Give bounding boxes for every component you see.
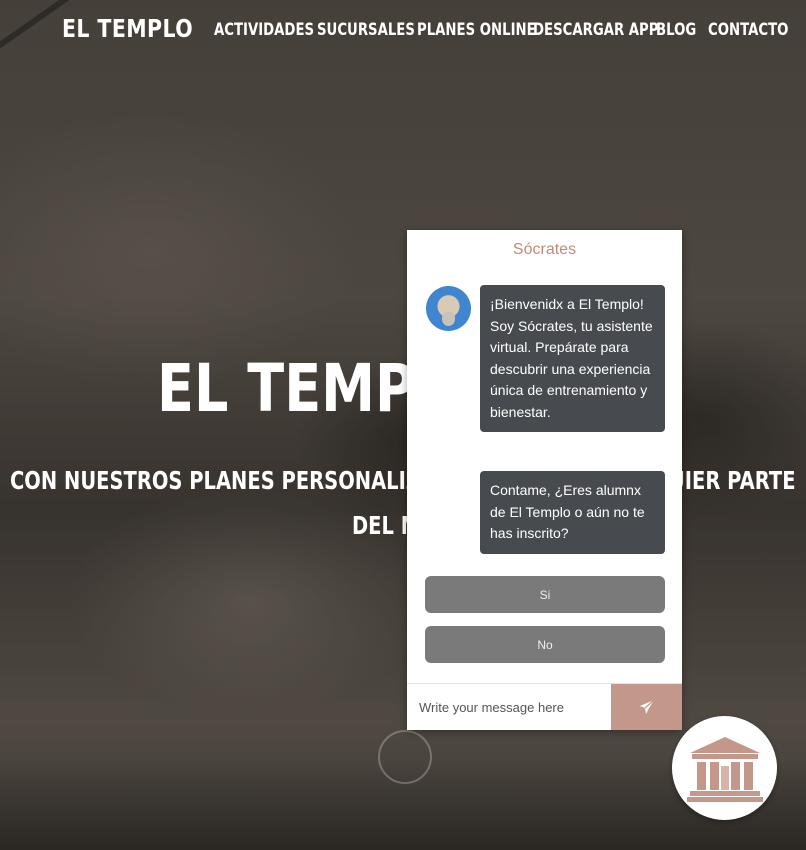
temple-icon	[686, 737, 763, 802]
chat-messages: ¡Bienvenidx a El Templo! Soy Sócrates, t…	[407, 270, 682, 684]
hero-subtitle: CON NUESTROS PLANES PERSONALIZADOS PO QU…	[0, 458, 806, 548]
site-logo[interactable]: EL TEMPLO	[62, 14, 193, 43]
nav-item-descargar-app[interactable]: DESCARGAR APP	[533, 20, 658, 40]
chat-input-row	[407, 683, 682, 730]
nav-item-blog[interactable]: BLOG	[656, 20, 696, 40]
chat-option-no-button[interactable]: No	[425, 626, 665, 663]
chat-launcher-button[interactable]	[672, 716, 777, 820]
scroll-down-icon[interactable]	[378, 730, 432, 784]
nav-item-sucursales[interactable]: SUCURSALES	[317, 20, 415, 40]
chat-message-bubble: ¡Bienvenidx a El Templo! Soy Sócrates, t…	[480, 285, 665, 432]
hero-section: EL TEMPLO ACTIVIDADES SUCURSALES PLANES …	[0, 0, 806, 850]
chat-message-bubble: Contame, ¿Eres alumnx de El Templo o aún…	[480, 471, 665, 554]
socrates-avatar-icon	[426, 286, 471, 331]
nav-item-actividades[interactable]: ACTIVIDADES	[214, 20, 314, 40]
chat-header-title: Sócrates	[512, 241, 577, 258]
chat-option-si-button[interactable]: Si	[425, 576, 665, 613]
paper-plane-icon	[639, 699, 654, 714]
navbar: EL TEMPLO ACTIVIDADES SUCURSALES PLANES …	[0, 0, 806, 62]
nav-item-planes-online[interactable]: PLANES ONLINE	[417, 20, 536, 40]
chat-message-input[interactable]	[407, 684, 611, 730]
chat-send-button[interactable]	[611, 684, 682, 730]
nav-item-contacto[interactable]: CONTACTO	[708, 20, 788, 40]
chat-widget: Sócrates ¡Bienvenidx a El Templo! Soy Só…	[407, 230, 682, 730]
